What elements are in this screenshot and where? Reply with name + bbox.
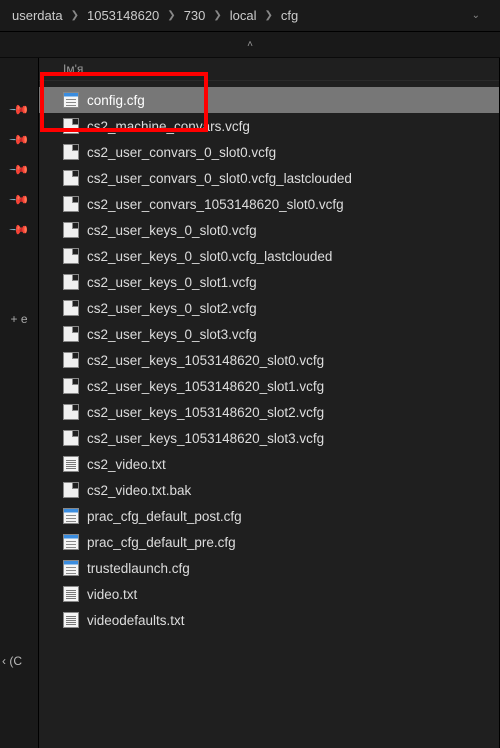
gutter-label: + е: [10, 312, 27, 326]
txt-file-icon: [63, 456, 79, 472]
generic-file-icon: [63, 144, 79, 160]
file-row[interactable]: video.txt: [39, 581, 499, 607]
file-row[interactable]: cs2_video.txt.bak: [39, 477, 499, 503]
generic-file-icon: [63, 326, 79, 342]
file-name: cs2_user_keys_0_slot2.vcfg: [87, 301, 257, 316]
breadcrumb-item[interactable]: cfg: [277, 6, 302, 25]
pin-icon[interactable]: 📌: [8, 189, 31, 212]
file-name: cs2_user_keys_0_slot3.vcfg: [87, 327, 257, 342]
file-name: cs2_user_keys_1053148620_slot1.vcfg: [87, 379, 324, 394]
breadcrumb[interactable]: userdata ❯ 1053148620 ❯ 730 ❯ local ❯ cf…: [0, 0, 500, 32]
column-collapse-strip[interactable]: ˄: [0, 32, 500, 58]
chevron-down-icon[interactable]: ⌄: [460, 6, 492, 25]
column-header-name[interactable]: Ім'я: [39, 58, 499, 81]
file-row[interactable]: cs2_machine_convars.vcfg: [39, 113, 499, 139]
file-row[interactable]: cs2_user_keys_1053148620_slot0.vcfg: [39, 347, 499, 373]
file-row[interactable]: cs2_video.txt: [39, 451, 499, 477]
generic-file-icon: [63, 404, 79, 420]
breadcrumb-item[interactable]: 1053148620: [83, 6, 163, 25]
cfg-file-icon: [63, 508, 79, 524]
txt-file-icon: [63, 586, 79, 602]
file-row[interactable]: prac_cfg_default_pre.cfg: [39, 529, 499, 555]
file-name: video.txt: [87, 587, 137, 602]
cfg-file-icon: [63, 92, 79, 108]
file-name: videodefaults.txt: [87, 613, 185, 628]
txt-file-icon: [63, 612, 79, 628]
file-name: cs2_video.txt.bak: [87, 483, 191, 498]
file-row[interactable]: cs2_user_keys_0_slot2.vcfg: [39, 295, 499, 321]
breadcrumb-item[interactable]: local: [226, 6, 261, 25]
file-name: cs2_user_keys_0_slot1.vcfg: [87, 275, 257, 290]
breadcrumb-item[interactable]: userdata: [8, 6, 67, 25]
generic-file-icon: [63, 378, 79, 394]
file-name: cs2_user_keys_0_slot0.vcfg: [87, 223, 257, 238]
pin-icon[interactable]: 📌: [8, 99, 31, 122]
file-name: cs2_video.txt: [87, 457, 166, 472]
generic-file-icon: [63, 430, 79, 446]
file-row[interactable]: cs2_user_keys_1053148620_slot2.vcfg: [39, 399, 499, 425]
generic-file-icon: [63, 248, 79, 264]
file-name: cs2_user_convars_1053148620_slot0.vcfg: [87, 197, 344, 212]
file-row[interactable]: cs2_user_keys_1053148620_slot3.vcfg: [39, 425, 499, 451]
file-name: cs2_machine_convars.vcfg: [87, 119, 250, 134]
chevron-right-icon: ❯: [265, 10, 273, 21]
cfg-file-icon: [63, 534, 79, 550]
generic-file-icon: [63, 482, 79, 498]
file-row[interactable]: cs2_user_convars_0_slot0.vcfg_lastcloude…: [39, 165, 499, 191]
generic-file-icon: [63, 170, 79, 186]
file-name: prac_cfg_default_post.cfg: [87, 509, 242, 524]
quick-access-gutter: 📌 📌 📌 📌 📌 + е: [0, 58, 38, 748]
file-row[interactable]: config.cfg: [39, 87, 499, 113]
file-name: cs2_user_convars_0_slot0.vcfg_lastcloude…: [87, 171, 352, 186]
file-row[interactable]: cs2_user_keys_0_slot0.vcfg: [39, 217, 499, 243]
generic-file-icon: [63, 274, 79, 290]
file-name: cs2_user_keys_1053148620_slot2.vcfg: [87, 405, 324, 420]
file-row[interactable]: cs2_user_keys_0_slot3.vcfg: [39, 321, 499, 347]
file-row[interactable]: cs2_user_keys_0_slot0.vcfg_lastclouded: [39, 243, 499, 269]
generic-file-icon: [63, 196, 79, 212]
chevron-right-icon: ❯: [71, 10, 79, 21]
file-name: cs2_user_keys_1053148620_slot3.vcfg: [87, 431, 324, 446]
file-row[interactable]: cs2_user_convars_1053148620_slot0.vcfg: [39, 191, 499, 217]
truncated-sidebar-text: ‹ (C: [2, 654, 22, 668]
file-name: prac_cfg_default_pre.cfg: [87, 535, 236, 550]
file-row[interactable]: cs2_user_convars_0_slot0.vcfg: [39, 139, 499, 165]
generic-file-icon: [63, 300, 79, 316]
chevron-right-icon: ❯: [167, 10, 175, 21]
generic-file-icon: [63, 222, 79, 238]
pin-icon[interactable]: 📌: [8, 129, 31, 152]
file-row[interactable]: cs2_user_keys_0_slot1.vcfg: [39, 269, 499, 295]
generic-file-icon: [63, 118, 79, 134]
file-name: config.cfg: [87, 93, 145, 108]
file-name: trustedlaunch.cfg: [87, 561, 190, 576]
breadcrumb-item[interactable]: 730: [180, 6, 210, 25]
file-list: config.cfg cs2_machine_convars.vcfg cs2_us…: [39, 81, 499, 633]
file-name: cs2_user_keys_1053148620_slot0.vcfg: [87, 353, 324, 368]
caret-up-icon: ˄: [247, 39, 253, 50]
file-name: cs2_user_convars_0_slot0.vcfg: [87, 145, 276, 160]
file-row[interactable]: cs2_user_keys_1053148620_slot1.vcfg: [39, 373, 499, 399]
file-row[interactable]: prac_cfg_default_post.cfg: [39, 503, 499, 529]
chevron-right-icon: ❯: [213, 10, 221, 21]
file-pane: Ім'я config.cfgcs2_machine_convars.vcfgc…: [38, 58, 500, 748]
pin-icon[interactable]: 📌: [8, 219, 31, 242]
file-name: cs2_user_keys_0_slot0.vcfg_lastclouded: [87, 249, 332, 264]
cfg-file-icon: [63, 560, 79, 576]
pin-icon[interactable]: 📌: [8, 159, 31, 182]
generic-file-icon: [63, 352, 79, 368]
file-row[interactable]: videodefaults.txt: [39, 607, 499, 633]
file-row[interactable]: trustedlaunch.cfg: [39, 555, 499, 581]
